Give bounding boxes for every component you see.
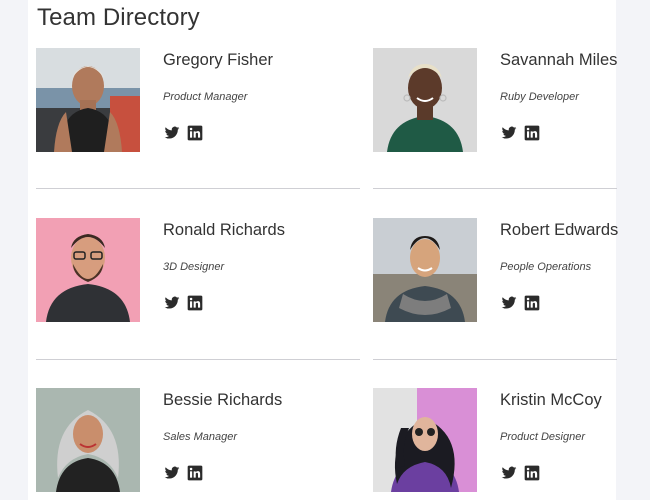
row-divider xyxy=(373,359,617,360)
member-role: Sales Manager xyxy=(163,431,237,443)
member-name: Kristin McCoy xyxy=(500,391,602,409)
member-card-robert-edwards: Robert Edwards People Operations xyxy=(373,218,623,328)
linkedin-icon[interactable] xyxy=(187,295,203,311)
twitter-icon[interactable] xyxy=(501,465,517,481)
linkedin-icon[interactable] xyxy=(524,295,540,311)
member-role: People Operations xyxy=(500,261,592,273)
member-name: Gregory Fisher xyxy=(163,51,274,69)
linkedin-icon[interactable] xyxy=(187,465,203,481)
member-name: Bessie Richards xyxy=(163,391,283,409)
member-name: Ronald Richards xyxy=(163,221,285,239)
member-photo xyxy=(36,388,140,492)
member-photo xyxy=(373,218,477,322)
member-photo xyxy=(373,388,477,492)
linkedin-icon[interactable] xyxy=(524,465,540,481)
linkedin-icon[interactable] xyxy=(524,125,540,141)
member-card-gregory-fisher: Gregory Fisher Product Manager xyxy=(36,48,286,158)
member-role: Product Designer xyxy=(500,431,585,443)
twitter-icon[interactable] xyxy=(164,125,180,141)
member-card-bessie-richards: Bessie Richards Sales Manager xyxy=(36,388,286,498)
member-card-kristin-mccoy: Kristin McCoy Product Designer xyxy=(373,388,623,498)
twitter-icon[interactable] xyxy=(164,295,180,311)
row-divider xyxy=(36,359,360,360)
member-photo xyxy=(36,48,140,152)
member-card-savannah-miles: Savannah Miles Ruby Developer xyxy=(373,48,623,158)
member-role: Ruby Developer xyxy=(500,91,579,103)
row-divider xyxy=(373,188,617,189)
member-name: Robert Edwards xyxy=(500,221,619,239)
page-title: Team Directory xyxy=(37,4,200,31)
twitter-icon[interactable] xyxy=(501,125,517,141)
row-divider xyxy=(36,188,360,189)
member-role: Product Manager xyxy=(163,91,248,103)
member-photo xyxy=(36,218,140,322)
member-name: Savannah Miles xyxy=(500,51,618,69)
member-card-ronald-richards: Ronald Richards 3D Designer xyxy=(36,218,286,328)
twitter-icon[interactable] xyxy=(164,465,180,481)
member-photo xyxy=(373,48,477,152)
linkedin-icon[interactable] xyxy=(187,125,203,141)
twitter-icon[interactable] xyxy=(501,295,517,311)
member-role: 3D Designer xyxy=(163,261,225,273)
